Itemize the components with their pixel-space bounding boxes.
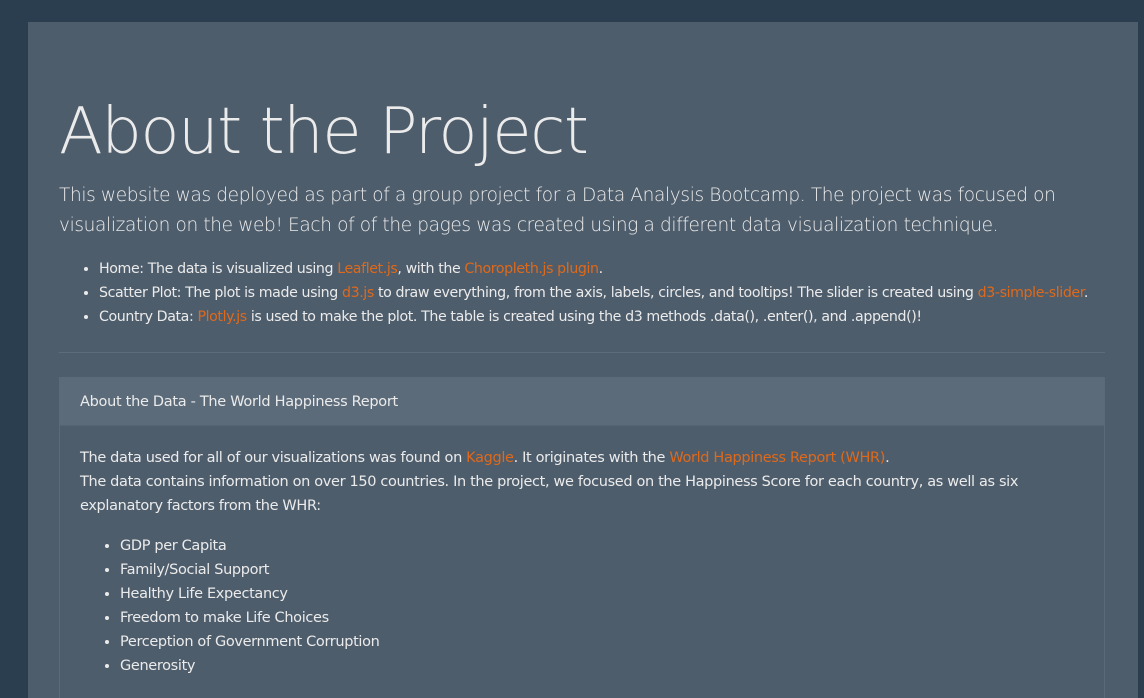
plotly-link[interactable]: Plotly.js <box>197 309 247 325</box>
list-item-country-data: Country Data: Plotly.js is used to make … <box>99 305 1088 329</box>
list-item-text: , with the <box>397 261 465 277</box>
list-item: Freedom to make Life Choices <box>120 606 1084 630</box>
list-item-scatter-plot: Scatter Plot: The plot is made using d3.… <box>99 281 1088 305</box>
list-item-text: . <box>598 261 604 277</box>
data-description-paragraph: The data contains information on over 15… <box>80 474 1019 514</box>
list-item-text: . <box>1083 285 1089 301</box>
d3-simple-slider-link[interactable]: d3-simple-slider <box>978 285 1085 301</box>
card-body: The data used for all of our visualizati… <box>60 426 1104 678</box>
d3-link[interactable]: d3.js <box>342 285 374 301</box>
divider <box>59 352 1105 353</box>
list-item-text: Country Data: <box>99 309 198 325</box>
world-happiness-report-link[interactable]: World Happiness Report (WHR) <box>669 450 885 466</box>
about-data-card: About the Data - The World Happiness Rep… <box>59 377 1105 698</box>
paragraph-text: The data used for all of our visualizati… <box>80 450 467 466</box>
list-item-text: is used to make the plot. The table is c… <box>246 309 922 325</box>
factors-list: GDP per Capita Family/Social Support Hea… <box>80 534 1084 678</box>
list-item-text: Home: The data is visualized using <box>99 261 338 277</box>
list-item: Healthy Life Expectancy <box>120 582 1084 606</box>
list-item: Family/Social Support <box>120 558 1084 582</box>
page-title: About the Project <box>59 95 589 169</box>
choropleth-plugin-link[interactable]: Choropleth.js plugin <box>464 261 599 277</box>
list-item-home: Home: The data is visualized using Leafl… <box>99 257 1088 281</box>
list-item: Generosity <box>120 654 1084 678</box>
paragraph-text: . It originates with the <box>513 450 670 466</box>
data-source-paragraph: The data used for all of our visualizati… <box>80 446 1084 470</box>
list-item: GDP per Capita <box>120 534 1084 558</box>
list-item-text: Scatter Plot: The plot is made using <box>99 285 342 301</box>
paragraph-text: . <box>885 450 890 466</box>
card-header: About the Data - The World Happiness Rep… <box>60 378 1104 426</box>
technology-list: Home: The data is visualized using Leafl… <box>59 257 1088 329</box>
leaflet-link[interactable]: Leaflet.js <box>337 261 398 277</box>
list-item-text: to draw everything, from the axis, label… <box>373 285 978 301</box>
kaggle-link[interactable]: Kaggle <box>466 450 514 466</box>
list-item: Perception of Government Corruption <box>120 630 1084 654</box>
lead-paragraph: This website was deployed as part of a g… <box>59 185 1056 236</box>
jumbotron: About the Project This website was deplo… <box>28 22 1138 698</box>
